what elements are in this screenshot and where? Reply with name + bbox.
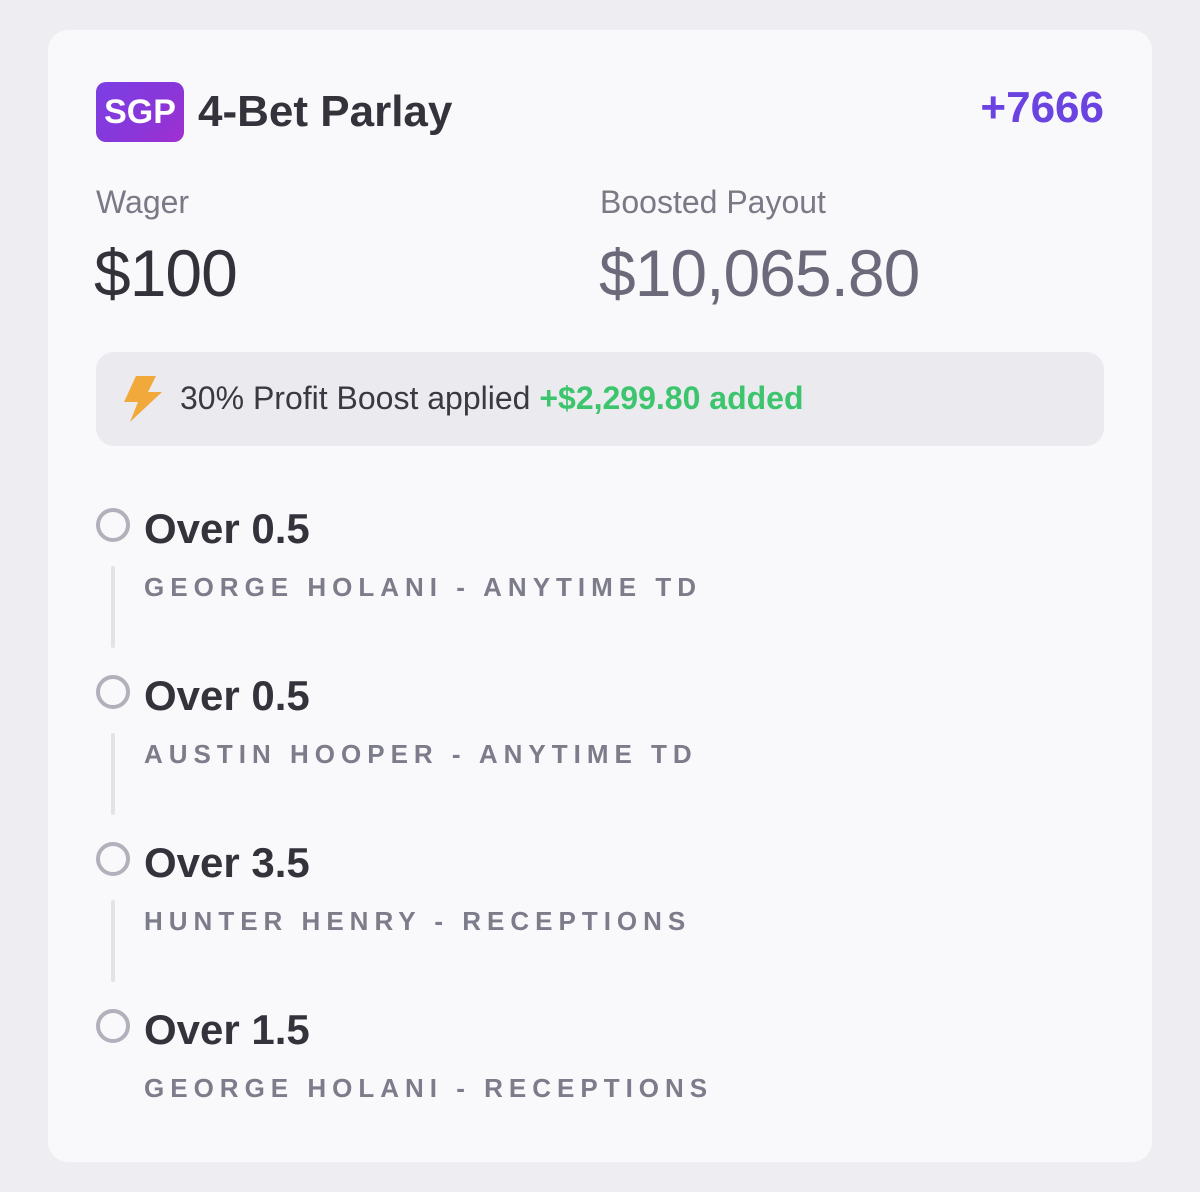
parlay-leg: Over 0.5 AUSTIN HOOPER - ANYTIME TD (96, 672, 996, 843)
leg-connector-line (111, 733, 115, 815)
leg-subtitle: GEORGE HOLANI - ANYTIME TD (144, 572, 703, 602)
parlay-title: 4-Bet Parlay (198, 87, 453, 136)
wager-value: $100 (94, 236, 238, 310)
boost-description: 30% Profit Boost applied (180, 380, 531, 416)
leg-connector-line (111, 566, 115, 648)
parlay-leg: Over 1.5 GEORGE HOLANI - RECEPTIONS (96, 1006, 996, 1177)
boost-added-amount: +$2,299.80 added (539, 380, 804, 416)
leg-subtitle: HUNTER HENRY - RECEPTIONS (144, 906, 692, 936)
parlay-leg: Over 0.5 GEORGE HOLANI - ANYTIME TD (96, 505, 996, 676)
bet-header: SGP 4-Bet Parlay +7666 (96, 82, 1104, 142)
parlay-odds: +7666 (980, 83, 1104, 132)
boost-text: 30% Profit Boost applied +$2,299.80 adde… (180, 376, 804, 420)
leg-title: Over 0.5 (144, 672, 310, 719)
bet-card: SGP 4-Bet Parlay +7666 Wager $100 Booste… (48, 30, 1152, 1162)
leg-title: Over 1.5 (144, 1006, 310, 1053)
sgp-badge: SGP (96, 82, 184, 142)
leg-title: Over 3.5 (144, 839, 310, 886)
parlay-leg: Over 3.5 HUNTER HENRY - RECEPTIONS (96, 839, 996, 1010)
payout-label: Boosted Payout (600, 184, 826, 220)
payout-value: $10,065.80 (599, 236, 920, 310)
leg-status-circle-icon (96, 675, 130, 709)
leg-status-circle-icon (96, 842, 130, 876)
lightning-bolt-icon (124, 376, 162, 422)
leg-connector-line (111, 900, 115, 982)
leg-status-circle-icon (96, 508, 130, 542)
leg-title: Over 0.5 (144, 505, 310, 552)
leg-subtitle: GEORGE HOLANI - RECEPTIONS (144, 1073, 714, 1103)
profit-boost-banner: 30% Profit Boost applied +$2,299.80 adde… (96, 352, 1104, 446)
leg-status-circle-icon (96, 1009, 130, 1043)
leg-subtitle: AUSTIN HOOPER - ANYTIME TD (144, 739, 698, 769)
wager-label: Wager (96, 184, 190, 220)
